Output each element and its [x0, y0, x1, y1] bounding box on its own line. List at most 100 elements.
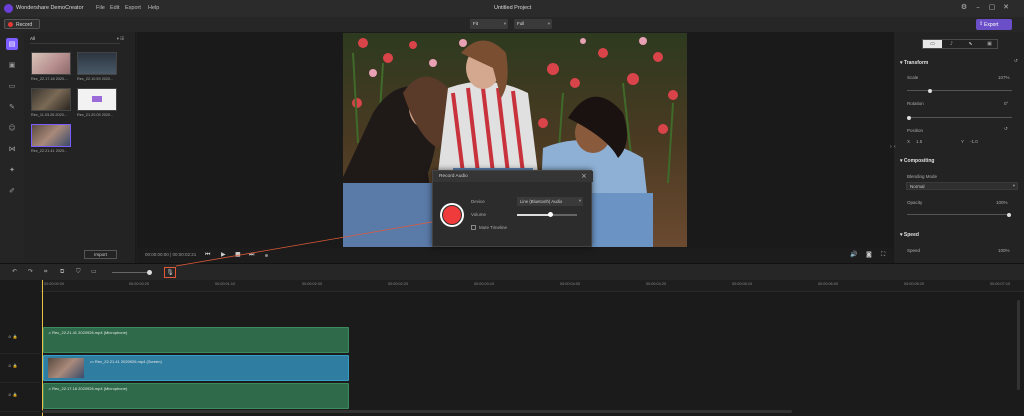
close-icon[interactable]: ×: [581, 172, 587, 180]
record-audio-button[interactable]: [440, 203, 464, 227]
clip-label: ▭ Rec_22.21.41 2020926.mp4 (Screen): [90, 359, 162, 364]
opacity-slider[interactable]: [907, 214, 1009, 215]
media-label: Rec_22.17.18 2020....: [31, 77, 69, 81]
compositing-header[interactable]: ▾ Compositing: [900, 158, 934, 164]
settings-icon[interactable]: ⚙: [960, 3, 968, 12]
dialog-title: Record Audio: [433, 171, 593, 182]
media-library-icon[interactable]: ▤: [6, 38, 18, 50]
menu-file[interactable]: File: [96, 5, 105, 11]
playhead[interactable]: [42, 280, 43, 416]
minimize-icon[interactable]: –: [974, 3, 982, 12]
scale-slider[interactable]: [907, 90, 1012, 91]
quality-dropdown[interactable]: Full ▾: [514, 19, 552, 29]
effects-icon[interactable]: ✦: [6, 164, 18, 176]
annotation-icon[interactable]: ✎: [6, 101, 18, 113]
media-thumbnail[interactable]: [31, 52, 71, 75]
media-filter-dropdown[interactable]: All ▾: [30, 36, 120, 44]
device-label: Device: [471, 199, 485, 204]
reset-icon[interactable]: ↺: [1014, 59, 1018, 64]
video-clip[interactable]: ▭ Rec_22.21.41 2020926.mp4 (Screen): [43, 355, 349, 381]
opacity-label: Opacity: [907, 200, 923, 205]
play-icon[interactable]: ▶: [221, 251, 226, 258]
maximize-icon[interactable]: ▢: [988, 3, 996, 12]
rotation-slider[interactable]: [907, 117, 1012, 118]
fullscreen-icon[interactable]: ⛶: [881, 251, 885, 259]
speed-label: Speed: [907, 248, 921, 253]
export-label: Export: [984, 21, 999, 28]
record-button[interactable]: Record: [4, 19, 40, 29]
track-controls[interactable]: ⊘ 🔒: [8, 392, 18, 397]
track-controls[interactable]: ⊘ 🔒: [8, 363, 18, 368]
timeline: 00:00:00:00 00:00:00:20 00:00:01:10 00:0…: [0, 280, 1024, 416]
ruler-tick: 00:00:04:00: [560, 282, 581, 286]
split-icon[interactable]: ⧉: [60, 268, 64, 276]
app-logo-icon: [4, 4, 13, 13]
media-thumbnail-selected[interactable]: [31, 124, 71, 147]
undo-icon[interactable]: ↶: [12, 268, 17, 275]
record-audio-mic-button[interactable]: 🎙: [164, 267, 176, 278]
photo-icon[interactable]: ▣: [6, 59, 18, 71]
horizontal-scrollbar[interactable]: [42, 410, 792, 413]
zoom-slider[interactable]: [112, 272, 150, 273]
blending-mode-label: Blending Mode: [907, 174, 938, 179]
collapse-right-icon[interactable]: ›: [890, 144, 892, 150]
snapshot-icon[interactable]: ◙: [866, 251, 872, 258]
marker-icon[interactable]: ⛉: [76, 268, 81, 276]
ruler-tick: 00:00:06:20: [904, 282, 925, 286]
crop-icon[interactable]: ⌗: [44, 268, 47, 276]
audio-clip[interactable]: ♫ Rec_22.21.41 2020926.mp4 (Microphone): [43, 327, 349, 353]
sticker-icon[interactable]: ☺: [6, 122, 18, 134]
opacity-slider-knob[interactable]: [1007, 212, 1011, 217]
device-select[interactable]: Line (Bluetooth) Audio ▾: [517, 197, 583, 206]
media-thumbnail[interactable]: [77, 52, 117, 75]
chevron-down-icon: ▾: [116, 36, 119, 41]
menu-help[interactable]: Help: [148, 5, 159, 11]
timeline-ruler[interactable]: 00:00:00:00 00:00:00:20 00:00:01:10 00:0…: [40, 280, 1024, 292]
grid-view-icon[interactable]: ⊞: [120, 36, 124, 42]
media-thumbnail[interactable]: [77, 88, 117, 111]
media-panel: All ▾ ⊞ Rec_22.17.18 2020.... Rec_22.10.…: [24, 32, 136, 263]
caption-tab-icon[interactable]: ▣: [980, 40, 999, 48]
rotation-label: Rotation: [907, 101, 924, 106]
close-icon[interactable]: ✕: [1002, 3, 1010, 12]
fit-dropdown[interactable]: Fit ▾: [470, 19, 508, 29]
reset-icon[interactable]: ↺: [1004, 127, 1008, 132]
speed-value: 100%: [998, 248, 1010, 253]
transform-header[interactable]: ▾ Transform: [900, 60, 928, 66]
import-button[interactable]: Import: [84, 250, 117, 259]
position-x-label: X: [907, 139, 911, 144]
speed-header[interactable]: ▾ Speed: [900, 232, 919, 238]
export-button[interactable]: ⇪ Export: [976, 19, 1012, 30]
cursor-tab-icon[interactable]: ⬉: [961, 40, 980, 48]
caption-icon[interactable]: ▭: [6, 80, 18, 92]
collapse-left-icon[interactable]: ‹: [894, 144, 896, 150]
track-controls[interactable]: ⊘ 🔒: [8, 334, 18, 339]
position-y-value[interactable]: -1.0: [970, 139, 978, 144]
transition-icon[interactable]: ⋈: [6, 143, 18, 155]
media-thumbnail[interactable]: [31, 88, 71, 111]
previous-frame-icon[interactable]: ⏮: [205, 251, 210, 259]
pen-icon[interactable]: ✐: [6, 185, 18, 197]
video-tab-icon[interactable]: ▭: [923, 40, 942, 48]
mute-timeline-checkbox[interactable]: [471, 225, 476, 230]
menu-export[interactable]: Export: [125, 5, 141, 11]
ruler-tick: 00:00:07:10: [990, 282, 1011, 286]
redo-icon[interactable]: ↷: [28, 268, 33, 275]
position-label: Position: [907, 128, 924, 133]
blending-mode-select[interactable]: Normal ▾: [906, 182, 1018, 190]
ruler-tick: 00:00:02:00: [302, 282, 323, 286]
vertical-scrollbar[interactable]: [1017, 300, 1020, 390]
audio-clip[interactable]: ♫ Rec_22.17.18 2020926.mp4 (Microphone): [43, 383, 349, 409]
menu-edit[interactable]: Edit: [110, 5, 119, 11]
volume-slider-knob[interactable]: [548, 212, 553, 217]
volume-icon[interactable]: 🔊: [850, 251, 857, 258]
next-frame-icon[interactable]: ⏭: [249, 251, 254, 259]
stop-icon[interactable]: ■: [235, 251, 241, 258]
caption-icon[interactable]: ▭: [91, 268, 97, 275]
position-x-value[interactable]: 1.5: [916, 139, 922, 144]
rotation-slider-knob[interactable]: [907, 115, 911, 120]
zoom-slider-knob[interactable]: [147, 270, 152, 275]
scale-slider-knob[interactable]: [928, 88, 932, 93]
audio-tab-icon[interactable]: ♪: [942, 40, 961, 48]
progress-knob[interactable]: [265, 254, 268, 257]
